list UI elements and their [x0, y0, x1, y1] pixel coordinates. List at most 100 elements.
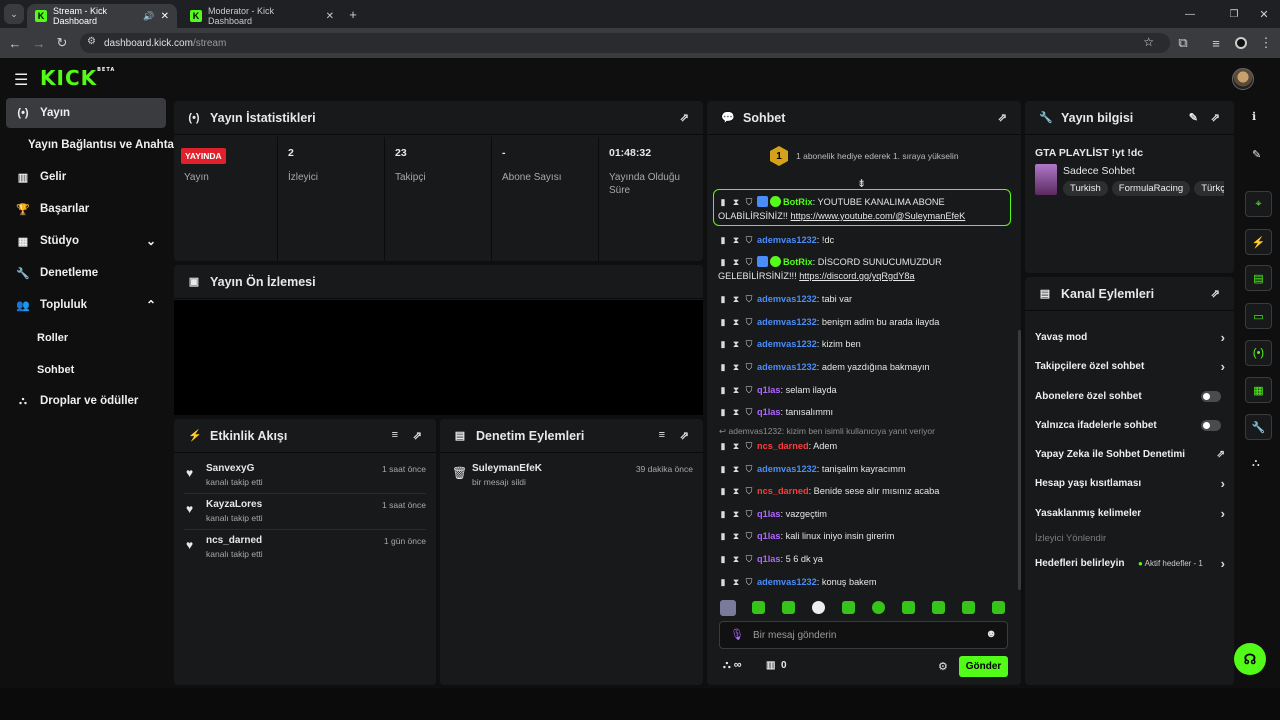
popout-icon[interactable]: ⇗	[413, 429, 422, 442]
rail-broadcast-icon[interactable]: (•)	[1245, 340, 1272, 366]
banned-words-row[interactable]: Yasaklanmış kelimeler ›	[1035, 505, 1225, 521]
support-headset-icon[interactable]: ☊	[1234, 643, 1266, 675]
ban-icon[interactable]: ⛉	[744, 507, 754, 521]
emote-icon[interactable]	[812, 601, 825, 614]
ban-icon[interactable]: ⛉	[744, 315, 754, 329]
timeout-icon[interactable]: ⧗	[731, 439, 741, 453]
restore-icon[interactable]: ❐	[1224, 4, 1244, 24]
chat-message[interactable]: ▮ ⧗ ⛉ ademvas1232: !dc	[718, 233, 1010, 247]
chat-message[interactable]: ▮ ⧗ ⛉ ademvas1232: adem yazdığına bakmayın	[718, 360, 1010, 374]
chat-message[interactable]: ▮ ⧗ ⛉ q1las: kali linux iniyo insin girerim	[718, 529, 1010, 543]
account-age-row[interactable]: Hesap yaşı kısıtlaması ›	[1035, 475, 1225, 491]
delete-message-icon[interactable]: ▮	[718, 484, 728, 498]
close-window-icon[interactable]: ✕	[1254, 4, 1274, 24]
chat-message[interactable]: ▮ ⧗ ⛉ ademvas1232: tabi var	[718, 292, 1010, 306]
emote-icon[interactable]	[932, 601, 945, 614]
popout-icon[interactable]: ⇗	[998, 111, 1007, 124]
sidebar-item-community[interactable]: 👥 Topluluk ⌃	[6, 290, 166, 320]
sidebar-item-drops[interactable]: ⛬ Droplar ve ödüller	[6, 386, 166, 416]
rail-lightning-icon[interactable]: ⚡	[1245, 229, 1272, 255]
chat-message[interactable]: ▮ ⧗ ⛉ BotRix: DİSCORD SUNUCUMUZDUR GELEBİLİ…	[718, 255, 1010, 283]
audio-icon[interactable]: 🔊	[143, 11, 154, 22]
emote-icon[interactable]	[902, 601, 915, 614]
popout-icon[interactable]: ⇗	[680, 111, 689, 124]
chat-username[interactable]: BotRix	[783, 257, 813, 267]
timeout-icon[interactable]: ⧗	[731, 552, 741, 566]
hamburger-menu-icon[interactable]: ☰	[14, 70, 28, 90]
delete-message-icon[interactable]: ▮	[718, 507, 728, 521]
followers-only-row[interactable]: Takipçilere özel sohbet ›	[1035, 358, 1225, 374]
chat-message[interactable]: ▮ ⧗ ⛉ q1las: selam ilayda	[718, 383, 1010, 397]
chat-username[interactable]: q1las	[757, 407, 781, 417]
goals-row[interactable]: Hedefleri belirleyin ● Aktif hedefler - 1…	[1035, 555, 1225, 571]
delete-message-icon[interactable]: ▮	[718, 439, 728, 453]
slow-mode-row[interactable]: Yavaş mod ›	[1035, 329, 1225, 345]
sidebar-item-stream-key[interactable]: Yayın Bağlantısı ve Anahtarı	[18, 130, 182, 160]
profile-icon[interactable]	[1235, 37, 1247, 49]
delete-message-icon[interactable]: ▮	[718, 195, 728, 209]
new-tab-icon[interactable]: +	[343, 4, 363, 24]
delete-message-icon[interactable]: ▮	[718, 292, 728, 306]
timeout-icon[interactable]: ⧗	[731, 292, 741, 306]
emote-icon[interactable]	[992, 601, 1005, 614]
delete-message-icon[interactable]: ▮	[718, 255, 728, 269]
ban-icon[interactable]: ⛉	[744, 575, 754, 589]
chat-username[interactable]: q1las	[757, 554, 781, 564]
popout-icon[interactable]: ⇗	[680, 429, 689, 442]
delete-message-icon[interactable]: ▮	[718, 315, 728, 329]
timeout-icon[interactable]: ⧗	[731, 360, 741, 374]
timeout-icon[interactable]: ⧗	[731, 462, 741, 476]
points-display[interactable]: ⛬ ∞	[723, 659, 742, 672]
chat-username[interactable]: BotRix	[783, 197, 813, 207]
rail-chat-icon[interactable]: ▭	[1245, 303, 1272, 329]
close-tab-icon[interactable]: ✕	[161, 11, 169, 22]
chat-message[interactable]: ▮ ⧗ ⛉ ncs_darned: Benide sese alır mısınız …	[718, 484, 1010, 498]
edit-icon[interactable]: ✎	[1252, 148, 1261, 161]
chat-username[interactable]: ademvas1232	[757, 464, 817, 474]
edit-icon[interactable]: ✎	[1189, 111, 1198, 124]
ban-icon[interactable]: ⛉	[744, 405, 754, 419]
subscribers-only-toggle[interactable]	[1201, 390, 1221, 402]
emote-icon[interactable]	[782, 601, 795, 614]
send-button[interactable]: Gönder	[959, 656, 1008, 677]
user-avatar[interactable]	[1232, 68, 1254, 90]
browser-tab-stream[interactable]: K Stream - Kick Dashboard 🔊 ✕	[27, 4, 177, 28]
timeout-icon[interactable]: ⧗	[731, 195, 741, 209]
preview-video[interactable]	[174, 300, 703, 415]
chat-username[interactable]: ncs_darned	[757, 486, 809, 496]
info-icon[interactable]: ℹ	[1252, 110, 1256, 123]
sidebar-item-moderation[interactable]: 🔧 Denetleme	[6, 258, 166, 288]
timeout-icon[interactable]: ⧗	[731, 575, 741, 589]
delete-message-icon[interactable]: ▮	[718, 405, 728, 419]
rail-layout-icon[interactable]: ▦	[1245, 377, 1272, 403]
chat-username[interactable]: ademvas1232	[757, 294, 817, 304]
extensions-icon[interactable]: ⧉	[1173, 33, 1193, 53]
emote-icon[interactable]	[872, 601, 885, 614]
ban-icon[interactable]: ⛉	[744, 462, 754, 476]
tab-search-icon[interactable]: ⌄	[4, 4, 24, 24]
ban-icon[interactable]: ⛉	[744, 552, 754, 566]
rail-clip-icon[interactable]: ⌖	[1245, 191, 1272, 217]
url-field[interactable]: ⚙ dashboard.kick.com/stream ☆	[80, 33, 1170, 53]
chat-message[interactable]: ▮ ⧗ ⛉ BotRix: YOUTUBE KANALIMA ABONE OLABİL…	[718, 195, 1010, 223]
emote-icon[interactable]	[752, 601, 765, 614]
timeout-icon[interactable]: ⧗	[731, 255, 741, 269]
close-tab-icon[interactable]: ✕	[326, 11, 334, 22]
chat-link[interactable]: https://discord.gg/yqRgdY8a	[799, 271, 914, 281]
timeout-icon[interactable]: ⧗	[731, 529, 741, 543]
timeout-icon[interactable]: ⧗	[731, 315, 741, 329]
chat-username[interactable]: ademvas1232	[757, 235, 817, 245]
chat-username[interactable]: ademvas1232	[757, 362, 817, 372]
sidebar-item-achievements[interactable]: 🏆 Başarılar	[6, 194, 166, 224]
timeout-icon[interactable]: ⧗	[731, 484, 741, 498]
chat-input[interactable]: 🎙 Bir mesaj gönderin ☻	[719, 621, 1008, 649]
timeout-icon[interactable]: ⧗	[731, 507, 741, 521]
rail-nodes-icon[interactable]: ⛬	[1252, 457, 1260, 470]
chat-username[interactable]: ncs_darned	[757, 441, 809, 451]
emote-icon[interactable]	[842, 601, 855, 614]
delete-message-icon[interactable]: ▮	[718, 233, 728, 247]
bookmark-star-icon[interactable]: ☆	[1143, 35, 1154, 49]
ban-icon[interactable]: ⛉	[744, 195, 754, 209]
delete-message-icon[interactable]: ▮	[718, 575, 728, 589]
chat-username[interactable]: q1las	[757, 509, 781, 519]
